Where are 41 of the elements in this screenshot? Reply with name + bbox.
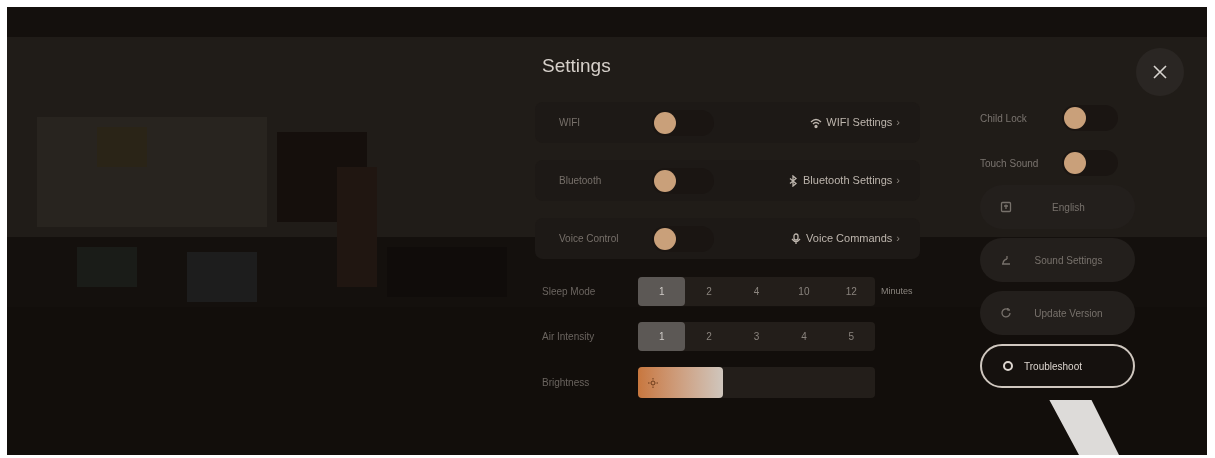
toggle-switch[interactable] (1062, 150, 1118, 176)
segment-option[interactable]: 4 (732, 277, 781, 306)
sun-icon (648, 377, 658, 388)
segment-option[interactable]: 1 (638, 277, 686, 306)
microphone-icon (790, 232, 803, 245)
toggle-switch[interactable] (652, 167, 714, 194)
segment-option[interactable]: 3 (732, 322, 781, 351)
toggle-switch[interactable] (1062, 105, 1118, 131)
toggle-switch[interactable] (652, 109, 714, 136)
segment-option[interactable]: 10 (780, 277, 828, 306)
segment-option[interactable]: 2 (685, 277, 733, 306)
setting-label: Child Lock (980, 111, 1028, 126)
settings-link[interactable]: WIFI Settings › (810, 114, 900, 131)
segment-option[interactable]: 12 (827, 277, 876, 306)
toggle-switch[interactable] (652, 225, 714, 252)
setting-label: Sleep Mode (542, 285, 597, 299)
option-button[interactable]: Sound Settings (980, 238, 1135, 282)
segment-option[interactable]: 5 (827, 322, 876, 351)
segment-option[interactable]: 4 (780, 322, 828, 351)
settings-link[interactable]: Bluetooth Settings › (787, 172, 900, 189)
setting-label: Touch Sound (980, 156, 1040, 171)
refresh-icon (1000, 307, 1012, 319)
option-button[interactable]: English (980, 185, 1135, 229)
segment-option[interactable]: 1 (638, 322, 686, 351)
setting-label: Bluetooth (559, 174, 603, 188)
settings-title: Settings (542, 54, 612, 78)
setting-label: Air Intensity (542, 330, 596, 344)
setting-label: Voice Control (559, 232, 620, 246)
unit-label: Minutes (881, 284, 913, 298)
segment-option[interactable]: 2 (685, 322, 733, 351)
option-button[interactable]: Update Version (980, 291, 1135, 335)
close-icon (1153, 65, 1167, 79)
setting-label: WIFI (559, 116, 582, 130)
settings-link[interactable]: Voice Commands › (790, 230, 900, 247)
language-icon (1000, 201, 1012, 213)
bluetooth-icon (787, 174, 800, 187)
ring-icon (1002, 360, 1014, 372)
wifi-icon (810, 116, 823, 129)
brightness-slider[interactable] (638, 367, 875, 398)
option-button[interactable]: Troubleshoot (980, 344, 1135, 388)
setting-label: Brightness (542, 376, 591, 390)
